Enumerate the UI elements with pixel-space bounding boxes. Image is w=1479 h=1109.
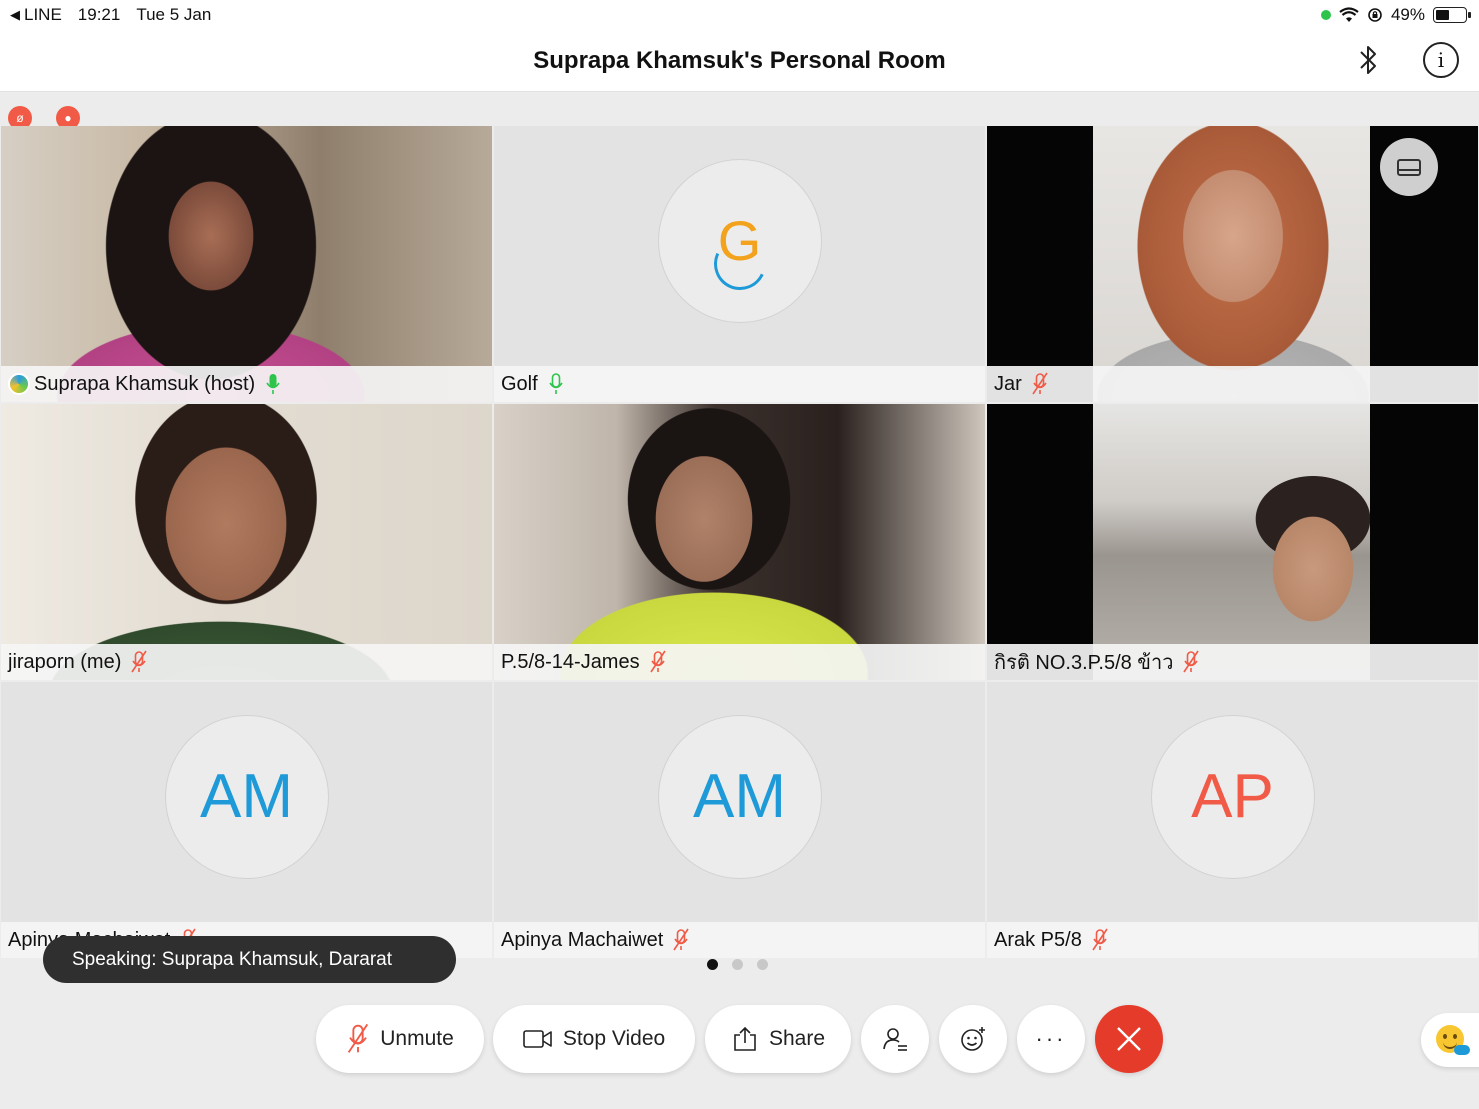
participant-video	[1093, 404, 1370, 680]
mic-muted-icon	[1092, 928, 1108, 951]
participant-avatar: AM	[658, 716, 821, 878]
meeting-title: Suprapa Khamsuk's Personal Room	[533, 47, 946, 74]
emoji-add-icon	[961, 1027, 985, 1051]
participant-avatar: AM	[165, 716, 328, 878]
meeting-controls: Unmute Stop Video Share ···	[0, 985, 1479, 1109]
unmute-button[interactable]: Unmute	[316, 1005, 484, 1073]
battery-icon	[1433, 7, 1471, 23]
mic-muted-icon	[1183, 650, 1200, 673]
meeting-info-button[interactable]: i	[1423, 42, 1459, 78]
video-grid: Suprapa Khamsuk (host) G Golf Jar jirapo…	[0, 126, 1479, 958]
more-icon: ···	[1035, 1026, 1067, 1051]
share-label: Share	[768, 1027, 826, 1050]
participant-video	[494, 404, 985, 680]
back-app-label: LINE	[24, 5, 62, 24]
wifi-icon	[1339, 7, 1359, 22]
back-arrow-icon: ◀	[10, 7, 20, 22]
participant-nameplate: jiraporn (me)	[1, 644, 492, 680]
mic-active-icon	[266, 374, 280, 394]
avatar-initials: AM	[693, 762, 786, 831]
info-icon: i	[1437, 48, 1445, 72]
camera-in-use-indicator-icon	[1320, 10, 1331, 20]
layout-icon	[1397, 158, 1421, 176]
participant-tile[interactable]: jiraporn (me)	[1, 404, 492, 680]
video-camera-icon	[523, 1030, 552, 1048]
bluetooth-icon[interactable]	[1352, 42, 1384, 78]
participants-icon	[883, 1028, 907, 1051]
status-time: 19:21	[77, 5, 121, 24]
participant-nameplate: Apinya Machaiwet	[494, 922, 985, 958]
participant-name: Apinya Machaiwet	[501, 928, 664, 951]
mic-active-icon	[549, 373, 563, 394]
status-date: Tue 5 Jan	[136, 5, 212, 24]
participant-video	[1, 404, 492, 680]
participant-video	[1, 126, 492, 402]
page-dot[interactable]	[757, 959, 768, 970]
toggle-icon	[1454, 1045, 1470, 1055]
participant-name: Jar	[994, 372, 1022, 395]
participant-nameplate: กิรติ NO.3.P.5/8 ข้าว	[987, 644, 1478, 680]
leave-meeting-button[interactable]	[1095, 1005, 1163, 1073]
close-icon	[1117, 1027, 1141, 1051]
participant-nameplate: Jar	[987, 366, 1478, 402]
participant-nameplate: Suprapa Khamsuk (host)	[1, 366, 492, 402]
participant-name: Arak P5/8	[994, 928, 1082, 951]
participant-tile[interactable]: AM Apinya Machaiwet	[1, 682, 492, 958]
speaking-indicator: Speaking: Suprapa Khamsuk, Dararat	[43, 936, 456, 983]
participant-nameplate: Golf	[494, 366, 985, 402]
participant-video	[1093, 126, 1370, 402]
mic-muted-icon	[1032, 372, 1048, 395]
page-indicator[interactable]	[707, 959, 768, 970]
host-globe-icon	[8, 373, 30, 395]
participant-tile[interactable]: AP Arak P5/8	[987, 682, 1478, 958]
share-icon	[734, 1026, 756, 1051]
stop-video-button[interactable]: Stop Video	[493, 1005, 695, 1073]
participant-nameplate: P.5/8-14-James	[494, 644, 985, 680]
participant-name: กิรติ NO.3.P.5/8 ข้าว	[994, 652, 1174, 674]
participant-name: jiraporn (me)	[8, 650, 122, 673]
reactions-button[interactable]	[939, 1005, 1007, 1073]
avatar-initials: AP	[1191, 762, 1274, 831]
participant-tile[interactable]: Jar	[987, 126, 1478, 402]
status-bar: ◀ LINE 19:21 Tue 5 Jan 49%	[0, 0, 1479, 30]
participant-name: P.5/8-14-James	[501, 650, 640, 673]
page-dot[interactable]	[707, 959, 718, 970]
stop-video-label: Stop Video	[562, 1027, 666, 1050]
battery-percent: 49%	[1390, 5, 1425, 24]
reactions-toggle-tab[interactable]	[1421, 1013, 1479, 1067]
participant-name: Suprapa Khamsuk (host)	[34, 372, 256, 395]
participant-tile[interactable]: กิรติ NO.3.P.5/8 ข้าว	[987, 404, 1478, 680]
participant-tile[interactable]: AM Apinya Machaiwet	[494, 682, 985, 958]
mic-muted-icon	[131, 650, 148, 673]
unmute-label: Unmute	[380, 1027, 454, 1050]
avatar-initials: AM	[200, 762, 293, 831]
participant-nameplate: Arak P5/8	[987, 922, 1478, 958]
participant-tile[interactable]: G Golf	[494, 126, 985, 402]
participant-name: Golf	[501, 372, 538, 395]
orientation-lock-icon	[1368, 8, 1382, 22]
mic-muted-icon	[649, 650, 666, 673]
switch-layout-button[interactable]	[1380, 138, 1438, 196]
participant-tile[interactable]: P.5/8-14-James	[494, 404, 985, 680]
mic-muted-icon	[673, 928, 689, 951]
participant-tile[interactable]: Suprapa Khamsuk (host)	[1, 126, 492, 402]
mic-muted-icon	[348, 1023, 369, 1053]
meeting-header: Suprapa Khamsuk's Personal Room i	[0, 30, 1479, 92]
page-dot[interactable]	[732, 959, 743, 970]
participant-avatar: AP	[1151, 716, 1314, 878]
share-button[interactable]: Share	[705, 1005, 851, 1073]
more-options-button[interactable]: ···	[1017, 1005, 1085, 1073]
participants-button[interactable]	[861, 1005, 929, 1073]
back-to-app-link[interactable]: ◀ LINE	[10, 5, 62, 25]
